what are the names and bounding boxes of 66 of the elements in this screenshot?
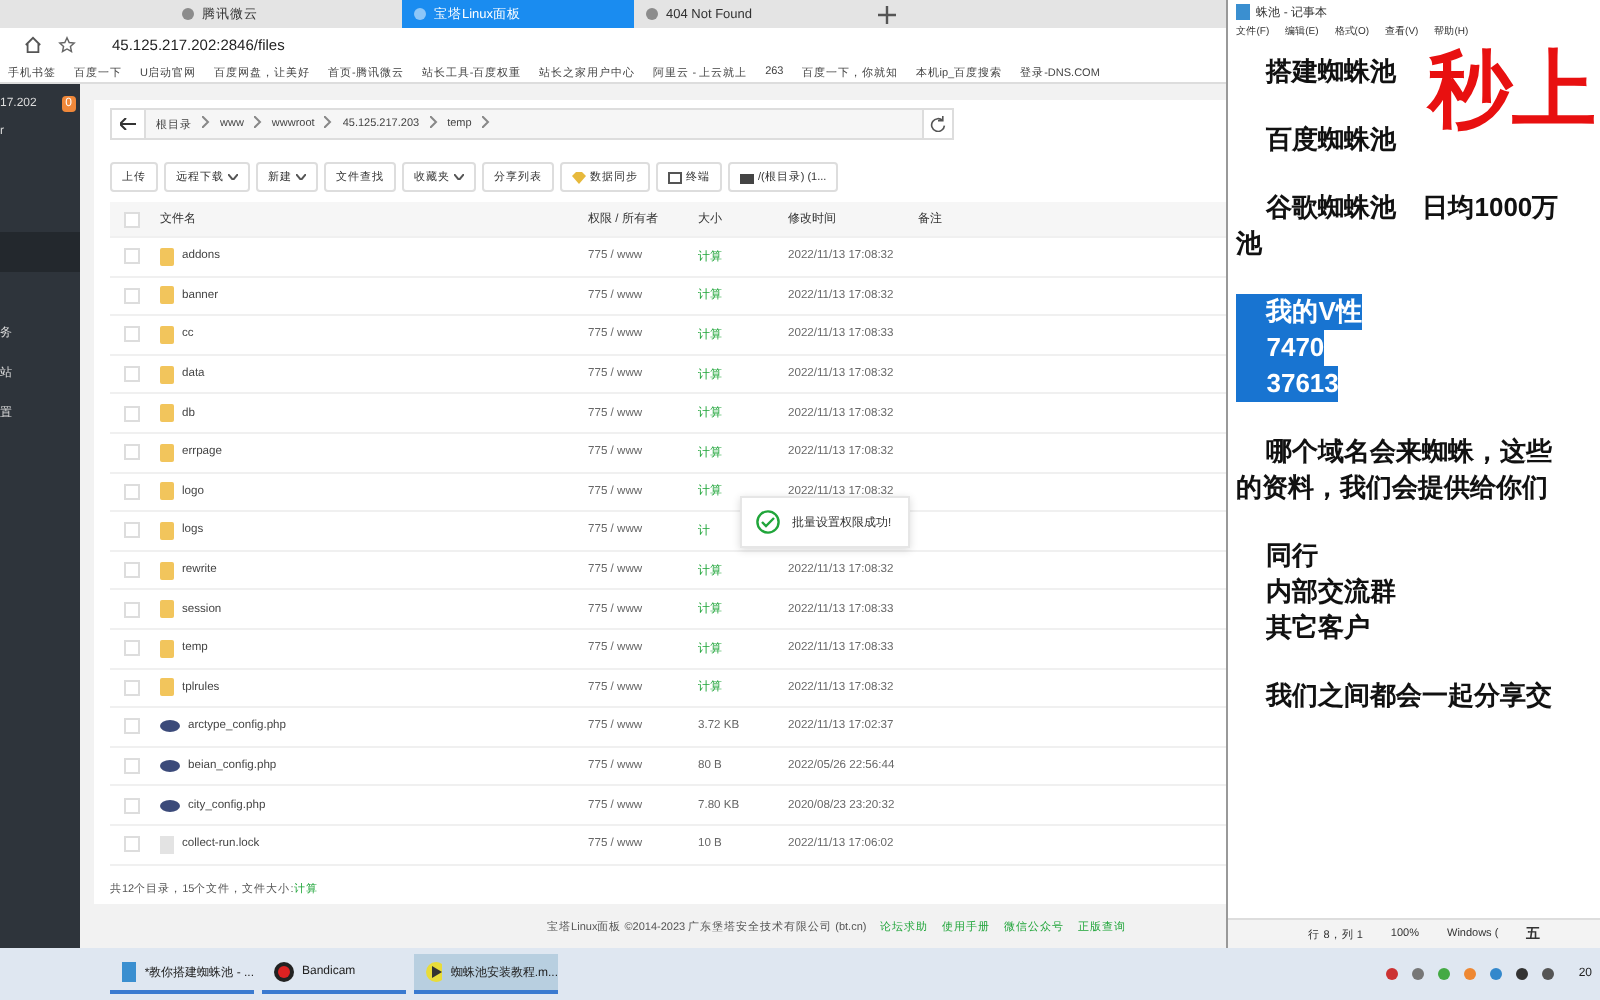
checkbox[interactable]: [124, 601, 140, 618]
record-icon: [274, 962, 294, 982]
checkbox[interactable]: [124, 562, 140, 579]
folder-icon: [160, 482, 174, 501]
checkbox[interactable]: [124, 366, 140, 383]
checkbox[interactable]: [124, 211, 140, 227]
chevron-icon: [202, 116, 210, 132]
back-arrow-icon: [120, 118, 136, 130]
checkbox[interactable]: [124, 444, 140, 461]
checkbox[interactable]: [124, 248, 140, 265]
caret-icon: [228, 174, 238, 180]
checkbox[interactable]: [124, 758, 140, 775]
php-file-icon: [160, 760, 180, 773]
notepad-icon: [1236, 4, 1251, 20]
text-line: 池: [1234, 226, 1263, 262]
chevron-icon: [324, 116, 333, 132]
text-line: 哪个域名会来蜘蛛，这些: [1264, 434, 1553, 470]
folder-icon: [160, 443, 174, 462]
folder-icon: [160, 404, 174, 423]
checkbox[interactable]: [124, 405, 140, 422]
notepad-icon: [122, 962, 137, 982]
folder-icon: [160, 678, 174, 697]
text-line: 内部交流群: [1264, 574, 1397, 610]
folder-icon: [160, 286, 174, 305]
chevron-icon: [429, 116, 438, 132]
refresh-icon: [930, 116, 946, 132]
checkbox[interactable]: [124, 287, 140, 304]
file-icon: [160, 835, 174, 854]
refresh-button[interactable]: [922, 110, 952, 138]
checkbox[interactable]: [124, 640, 140, 657]
checkbox[interactable]: [124, 836, 140, 853]
text-line: 同行: [1264, 538, 1319, 574]
chevron-icon: [481, 116, 490, 132]
checkbox[interactable]: [124, 326, 140, 343]
folder-icon: [160, 561, 174, 580]
folder-icon: [160, 365, 174, 384]
php-file-icon: [160, 799, 180, 812]
text-line: 百度蜘蛛池: [1264, 122, 1397, 158]
sidebar-item[interactable]: [0, 232, 80, 272]
terminal-icon: [668, 171, 682, 183]
text-line: 的资料，我们会提供给你们: [1234, 470, 1549, 506]
folder-icon: [160, 325, 174, 344]
diamond-icon: [572, 171, 586, 183]
checkbox[interactable]: [124, 797, 140, 814]
text-line: 其它客户: [1264, 610, 1371, 646]
text-line: 搭建蜘蛛池: [1263, 54, 1397, 90]
caret-icon: [296, 174, 306, 180]
checkbox[interactable]: [124, 522, 140, 539]
back-button[interactable]: [112, 110, 146, 138]
folder-icon: [160, 521, 174, 540]
overlay-caption: 秒上: [1428, 48, 1596, 132]
star-icon[interactable]: [58, 36, 76, 54]
chevron-icon: [253, 116, 262, 132]
php-file-icon: [160, 720, 180, 733]
checkbox[interactable]: [124, 679, 140, 696]
folder-icon: [160, 600, 174, 619]
folder-icon: [160, 639, 174, 658]
checkbox[interactable]: [124, 483, 140, 500]
check-circle-icon: [756, 510, 780, 534]
caret-icon: [454, 174, 464, 180]
text-line: 谷歌蜘蛛池 日均1000万: [1263, 190, 1559, 226]
text-line: 我们之间都会一起分享交: [1263, 678, 1553, 714]
folder-icon: [160, 247, 174, 266]
play-icon: [426, 962, 443, 982]
home-icon[interactable]: [24, 36, 42, 54]
checkbox[interactable]: [124, 718, 140, 735]
